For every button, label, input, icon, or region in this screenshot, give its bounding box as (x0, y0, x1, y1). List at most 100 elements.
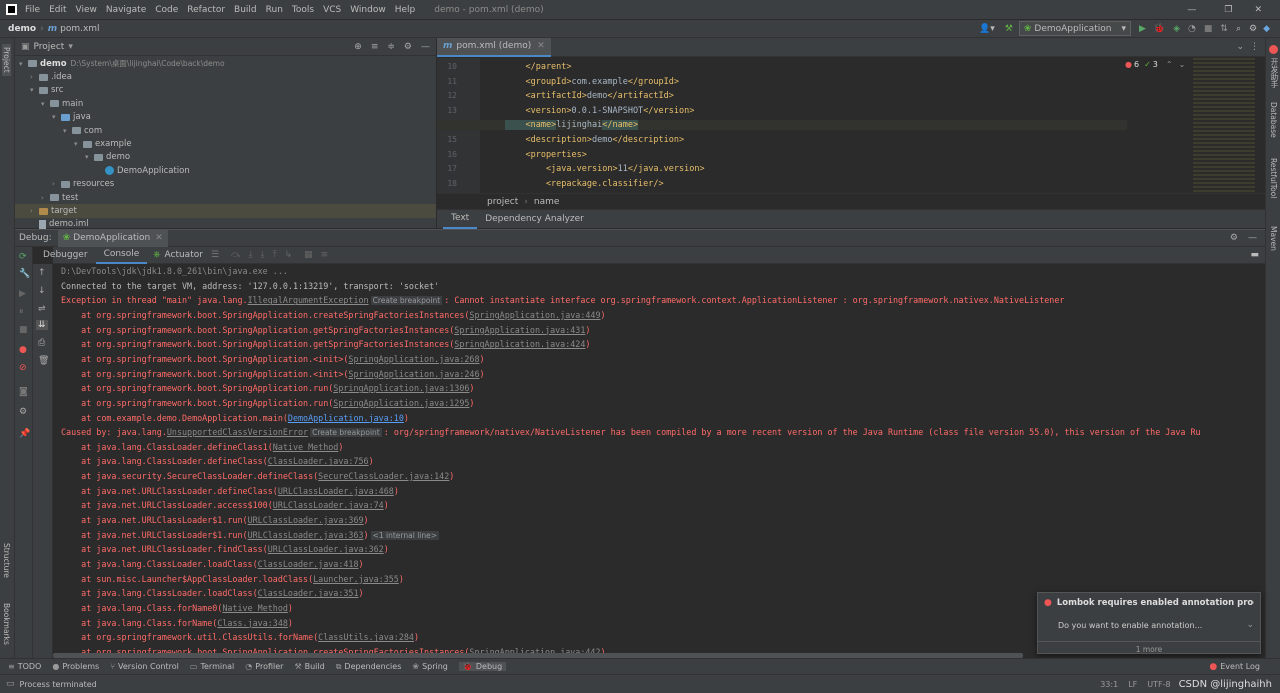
chevron-down-icon[interactable]: ⌄ (1179, 60, 1186, 69)
trash-icon[interactable]: 🗑 (38, 356, 49, 366)
menu-item[interactable]: Edit (49, 5, 66, 15)
tab-list-icon[interactable]: ⌄ (1236, 42, 1244, 52)
tool-assistant[interactable]: 开发助手 (1269, 58, 1280, 88)
gear-icon[interactable]: ⚙ (404, 42, 412, 52)
layout-icon[interactable]: ☰ (211, 250, 219, 260)
subtab-text[interactable]: Text (443, 210, 478, 229)
frame-link[interactable]: ClassLoader.java:756 (268, 456, 369, 466)
file-encoding[interactable]: UTF-8 (1147, 680, 1170, 689)
internal-lines-badge[interactable]: <1 internal line> (370, 530, 440, 540)
breadcrumb-project-node[interactable]: project (487, 197, 518, 207)
tree-item[interactable]: › test (15, 191, 436, 204)
menu-item[interactable]: Build (234, 5, 257, 15)
code-line[interactable]: <artifactId>demo</artifactId> (505, 91, 673, 101)
bottom-tab-build[interactable]: ⚒ Build (294, 662, 324, 671)
notification-body[interactable]: Do you want to enable annotation... (1058, 621, 1202, 630)
tool-maven[interactable]: Maven (1269, 226, 1278, 251)
code-line[interactable]: </parent> (505, 62, 571, 72)
tool-restfultool[interactable]: RestfulTool (1269, 158, 1278, 198)
breadcrumb-file[interactable]: pom.xml (60, 24, 99, 34)
frame-link[interactable]: URLClassLoader.java:369 (248, 515, 364, 525)
resume-icon[interactable]: ▶ (19, 289, 26, 299)
tree-item[interactable]: › resources (15, 178, 436, 191)
frame-link[interactable]: Launcher.java:355 (313, 574, 399, 584)
bottom-tab-dependencies[interactable]: ⧉ Dependencies (336, 662, 402, 672)
coverage-icon[interactable]: ◈ (1173, 24, 1180, 34)
status-toggle-icon[interactable]: ▭ (6, 679, 15, 689)
frame-link[interactable]: Native Method (222, 603, 288, 613)
expand-all-icon[interactable]: ≡ (371, 42, 379, 52)
frame-link[interactable]: SpringApplication.java:246 (348, 369, 479, 379)
frame-link[interactable]: ClassLoader.java:351 (258, 588, 359, 598)
code-line[interactable]: <java.version>11</java.version> (505, 164, 705, 174)
locate-icon[interactable]: ⊕ (354, 42, 362, 52)
frame-link[interactable]: URLClassLoader.java:74 (273, 500, 384, 510)
rerun-icon[interactable]: ⟳ (19, 252, 27, 262)
step-into-icon[interactable]: ⤓ (249, 250, 253, 260)
chevron-down-icon[interactable]: ▾ (68, 42, 73, 52)
chevron-down-icon[interactable]: ▾ (19, 60, 28, 68)
step-out-icon[interactable]: ⤒ (273, 250, 277, 260)
chevron-down-icon[interactable]: ▾ (63, 127, 72, 135)
chevron-down-icon[interactable]: ▾ (74, 140, 83, 148)
hide-icon[interactable]: — (421, 42, 430, 52)
frame-link[interactable]: URLClassLoader.java:362 (268, 544, 384, 554)
gear-icon[interactable]: ⚙ (1230, 233, 1238, 243)
notification-icon[interactable] (1269, 45, 1278, 54)
frame-link[interactable]: DemoApplication.java:10 (288, 413, 404, 423)
bottom-tab-version-control[interactable]: ⑂ Version Control (110, 662, 179, 671)
code-line[interactable]: <properties> (505, 150, 586, 160)
view-breakpoints-icon[interactable]: ● (19, 345, 27, 355)
chevron-down-icon[interactable]: ▾ (52, 113, 61, 121)
frame-link[interactable]: SpringApplication.java:449 (469, 310, 600, 320)
trace-icon[interactable]: ≡ (321, 250, 329, 260)
tree-item[interactable]: ▾ demo D:\System\桌面\lijinghai\Code\back\de… (15, 57, 436, 70)
settings-icon[interactable]: ⚙ (1249, 24, 1257, 34)
frame-link[interactable]: SpringApplication.java:1295 (333, 398, 469, 408)
search-icon[interactable]: ⌕ (1236, 24, 1241, 34)
tree-item[interactable]: ▾ java (15, 111, 436, 124)
run-config-select[interactable]: ❀ DemoApplication ▾ (1018, 21, 1131, 36)
hide-icon[interactable]: — (1248, 233, 1257, 243)
bottom-tab-spring[interactable]: ❀ Spring (412, 662, 448, 671)
user-icon[interactable]: 👤▾ (979, 24, 995, 34)
restore-icon[interactable]: ❐ (1224, 5, 1232, 15)
debug-icon[interactable]: 🐞 (1154, 24, 1165, 34)
collapse-all-icon[interactable]: ≑ (387, 42, 395, 52)
menu-item[interactable]: Run (266, 5, 283, 15)
editor-tab-pom[interactable]: m pom.xml (demo) ✕ (437, 37, 551, 57)
menu-item[interactable]: Navigate (106, 5, 146, 15)
exception-class[interactable]: IllegalArgumentException (248, 295, 369, 305)
force-step-into-icon[interactable]: ⤓ (261, 250, 265, 260)
frame-link[interactable]: SpringApplication.java:424 (454, 339, 585, 349)
debug-session-tab[interactable]: ❀ DemoApplication ✕ (57, 229, 168, 247)
chevron-up-icon[interactable]: ⌃ (1166, 60, 1173, 69)
code-line[interactable]: <groupId>com.example</groupId> (505, 77, 679, 87)
bottom-tab-terminal[interactable]: ▭ Terminal (190, 662, 234, 671)
tree-item[interactable]: › .idea (15, 70, 436, 83)
chevron-down-icon[interactable]: ⌄ (1246, 620, 1254, 630)
plugin-icon[interactable]: ◆ (1263, 24, 1270, 34)
scroll-end-icon[interactable]: ⇊ (36, 320, 48, 330)
tree-item[interactable]: ▾ com (15, 124, 436, 137)
frame-link[interactable]: SpringApplication.java:431 (454, 325, 585, 335)
print-icon[interactable]: ⎙ (38, 338, 45, 348)
frame-link[interactable]: ClassUtils.java:284 (318, 632, 414, 642)
tab-debugger[interactable]: Debugger (35, 250, 96, 260)
frame-link[interactable]: Native Method (273, 442, 339, 452)
run-to-cursor-icon[interactable]: ↳ (285, 250, 293, 260)
cursor-position[interactable]: 33:1 (1100, 680, 1118, 689)
chevron-right-icon[interactable]: › (41, 194, 50, 202)
run-icon[interactable]: ▶ (1139, 24, 1146, 34)
mute-breakpoints-icon[interactable]: ⊘ (19, 363, 27, 373)
project-panel-title[interactable]: Project (34, 42, 65, 52)
bottom-tab-problems[interactable]: ● Problems (52, 662, 99, 671)
menu-item[interactable]: Help (395, 5, 416, 15)
chevron-down-icon[interactable]: ▾ (30, 86, 39, 94)
pause-icon[interactable]: ⏸ (19, 307, 24, 317)
restore-layout-icon[interactable]: ▬ (1250, 250, 1259, 260)
tab-actuator[interactable]: Actuator (161, 250, 207, 260)
close-tab-icon[interactable]: ✕ (537, 41, 545, 51)
code-line[interactable]: <name>lijinghai</name> (437, 120, 1127, 131)
git-icon[interactable]: ⇅ (1220, 24, 1228, 34)
